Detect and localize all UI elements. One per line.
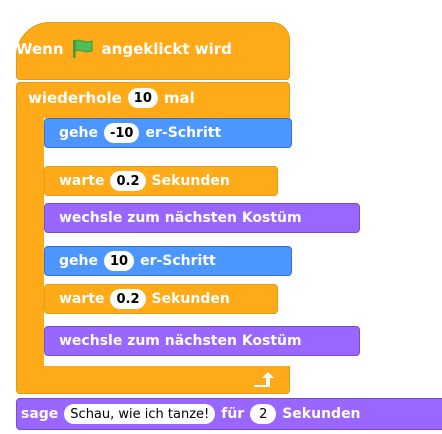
- move-steps-input[interactable]: -10: [103, 123, 140, 143]
- hat-label-clicked: angeklickt wird: [101, 40, 232, 58]
- say-seconds-input[interactable]: 2: [250, 404, 277, 424]
- next-costume-label: wechsle zum nächsten Kostüm: [59, 210, 302, 226]
- move-steps-block[interactable]: gehe -10 er-Schritt: [44, 118, 292, 148]
- move-steps-suffix: er-Schritt: [145, 125, 222, 141]
- hat-label-when: Wenn: [16, 40, 64, 58]
- wait-seconds-suffix: Sekunden: [151, 291, 230, 307]
- next-costume-block[interactable]: wechsle zum nächsten Kostüm: [44, 326, 360, 356]
- repeat-count-input[interactable]: 10: [127, 88, 158, 108]
- move-steps-input[interactable]: 10: [103, 251, 135, 271]
- move-steps-suffix: er-Schritt: [140, 253, 216, 269]
- move-steps-block[interactable]: gehe 10 er-Schritt: [44, 246, 292, 276]
- repeat-label-times: mal: [163, 89, 195, 107]
- wait-label: warte: [59, 173, 105, 189]
- say-label-for: für: [221, 406, 245, 422]
- wait-block[interactable]: warte 0.2 Sekunden: [44, 284, 278, 314]
- say-label: sage: [21, 406, 59, 422]
- repeat-row: wiederhole 10 mal: [28, 88, 195, 108]
- wait-seconds-input[interactable]: 0.2: [110, 289, 146, 309]
- green-flag-icon: [72, 39, 93, 58]
- repeat-block-bottom: [16, 366, 290, 394]
- wait-block[interactable]: warte 0.2 Sekunden: [44, 166, 278, 196]
- repeat-block-arm: [16, 112, 44, 370]
- wait-seconds-suffix: Sekunden: [151, 173, 230, 189]
- move-label: gehe: [59, 253, 98, 269]
- repeat-arrow-icon: [254, 372, 274, 387]
- move-label: gehe: [59, 125, 98, 141]
- next-costume-block[interactable]: wechsle zum nächsten Kostüm: [44, 203, 360, 233]
- say-label-seconds: Sekunden: [282, 406, 361, 422]
- repeat-label: wiederhole: [28, 89, 122, 107]
- when-flag-clicked-row: Wenn angeklickt wird: [16, 38, 232, 60]
- wait-seconds-input[interactable]: 0.2: [110, 171, 146, 191]
- say-text-input[interactable]: Schau, wie ich tanze!: [64, 404, 216, 424]
- say-for-seconds-block[interactable]: sage Schau, wie ich tanze! für 2 Sekunde…: [16, 398, 442, 430]
- wait-label: warte: [59, 291, 105, 307]
- script-canvas: Wenn angeklickt wird wiederhole 10 mal g…: [0, 0, 442, 434]
- next-costume-label: wechsle zum nächsten Kostüm: [59, 333, 302, 349]
